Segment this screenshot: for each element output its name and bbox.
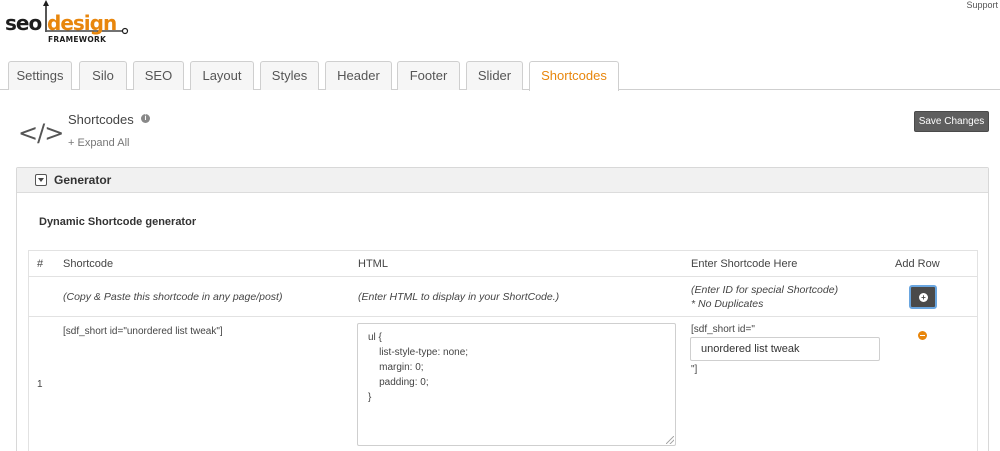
row-shortcode: [sdf_short id="unordered list tweak"]	[63, 326, 223, 337]
info-icon[interactable]: i	[141, 114, 150, 123]
expand-all-link[interactable]: + Expand All	[68, 137, 129, 149]
shortcode-hint: (Copy & Paste this shortcode in any page…	[63, 291, 283, 303]
tab-bar: Settings Silo SEO Layout Styles Header F…	[0, 61, 1000, 91]
collapse-toggle-icon[interactable]	[35, 174, 47, 186]
column-header-enter-shortcode: Enter Shortcode Here	[691, 258, 798, 270]
support-link[interactable]: Support	[966, 0, 998, 10]
tab-styles[interactable]: Styles	[260, 61, 319, 90]
add-row-button[interactable]: +	[909, 285, 937, 309]
table-divider	[29, 276, 977, 277]
tab-header[interactable]: Header	[325, 61, 392, 90]
tab-shortcodes[interactable]: Shortcodes	[529, 61, 619, 91]
logo[interactable]: seo design FRAMEWORK	[5, 0, 135, 46]
logo-design-text: design	[47, 11, 117, 35]
remove-row-icon[interactable]	[918, 331, 927, 340]
tab-settings[interactable]: Settings	[8, 61, 72, 90]
tab-footer[interactable]: Footer	[397, 61, 460, 90]
plus-icon: +	[919, 293, 928, 302]
panel-title: Generator	[54, 173, 112, 187]
tab-seo[interactable]: SEO	[133, 61, 184, 90]
resize-handle-icon[interactable]	[666, 436, 674, 444]
html-textarea[interactable]: ul { list-style-type: none; margin: 0; p…	[357, 323, 676, 446]
logo-seo-text: seo	[5, 11, 42, 35]
tab-silo[interactable]: Silo	[79, 61, 127, 90]
table-divider	[29, 316, 977, 317]
no-duplicates-hint: * No Duplicates	[691, 298, 764, 310]
generator-panel-header[interactable]: Generator	[17, 168, 988, 193]
page-title: Shortcodes	[68, 112, 134, 127]
id-hint: (Enter ID for special Shortcode)	[691, 284, 839, 296]
column-header-number: #	[37, 258, 44, 270]
generator-subtitle: Dynamic Shortcode generator	[39, 216, 197, 228]
column-header-add-row: Add Row	[895, 258, 940, 270]
code-brackets-icon: </>	[18, 119, 64, 147]
column-header-html: HTML	[358, 258, 388, 270]
tab-slider[interactable]: Slider	[466, 61, 523, 90]
logo-framework-text: FRAMEWORK	[48, 35, 107, 44]
generator-panel: Generator Dynamic Shortcode generator # …	[16, 167, 989, 451]
column-header-shortcode: Shortcode	[63, 258, 114, 270]
tab-layout[interactable]: Layout	[190, 61, 254, 90]
shortcode-id-input[interactable]: unordered list tweak	[690, 337, 880, 361]
save-changes-button[interactable]: Save Changes	[914, 111, 989, 132]
shortcode-table: # Shortcode HTML Enter Shortcode Here Ad…	[28, 250, 978, 451]
html-hint: (Enter HTML to display in your ShortCode…	[358, 291, 560, 303]
id-suffix: "]	[691, 364, 698, 375]
id-prefix: [sdf_short id="	[691, 324, 755, 335]
row-number: 1	[37, 379, 43, 390]
